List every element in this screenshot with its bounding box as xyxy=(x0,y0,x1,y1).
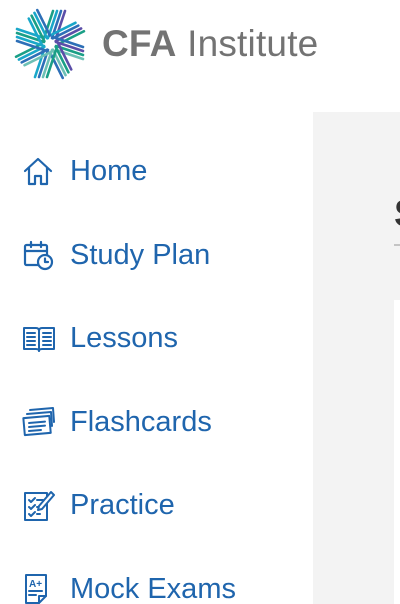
sidebar-nav: Home Study Plan Lessons Flashcards Pract… xyxy=(22,130,312,604)
sidebar-item-label: Home xyxy=(70,155,148,188)
heading-divider xyxy=(394,244,400,246)
home-icon xyxy=(22,154,58,190)
brand-name-bold: CFA xyxy=(102,23,177,64)
brand-logo[interactable]: CFA Institute xyxy=(14,8,318,80)
page-title: S xyxy=(394,193,400,236)
open-book-icon xyxy=(22,321,58,357)
cfa-logo-icon xyxy=(14,8,86,80)
sidebar-item-study-plan[interactable]: Study Plan xyxy=(22,214,312,298)
graded-exam-icon: A+ xyxy=(22,571,58,604)
svg-text:A+: A+ xyxy=(29,579,42,590)
sidebar-item-home[interactable]: Home xyxy=(22,130,312,214)
brand-name: CFA Institute xyxy=(102,23,318,65)
checklist-icon xyxy=(22,488,58,524)
flashcards-icon xyxy=(22,404,58,440)
main-content-area xyxy=(313,112,400,604)
calendar-clock-icon xyxy=(22,237,58,273)
sidebar-item-label: Practice xyxy=(70,489,175,522)
brand-name-rest: Institute xyxy=(176,23,319,64)
sidebar-item-label: Lessons xyxy=(70,322,179,355)
sidebar-item-label: Study Plan xyxy=(70,238,211,271)
sidebar-item-flashcards[interactable]: Flashcards xyxy=(22,381,312,465)
app-root: CFA Institute Home Study Plan Lessons Fl… xyxy=(0,0,400,604)
sidebar-item-label: Flashcards xyxy=(70,405,212,438)
sidebar-item-practice[interactable]: Practice xyxy=(22,464,312,548)
content-card xyxy=(394,300,400,604)
sidebar-item-label: Mock Exams xyxy=(70,572,236,604)
sidebar-item-mock-exams[interactable]: A+ Mock Exams xyxy=(22,548,312,604)
sidebar-item-lessons[interactable]: Lessons xyxy=(22,297,312,381)
